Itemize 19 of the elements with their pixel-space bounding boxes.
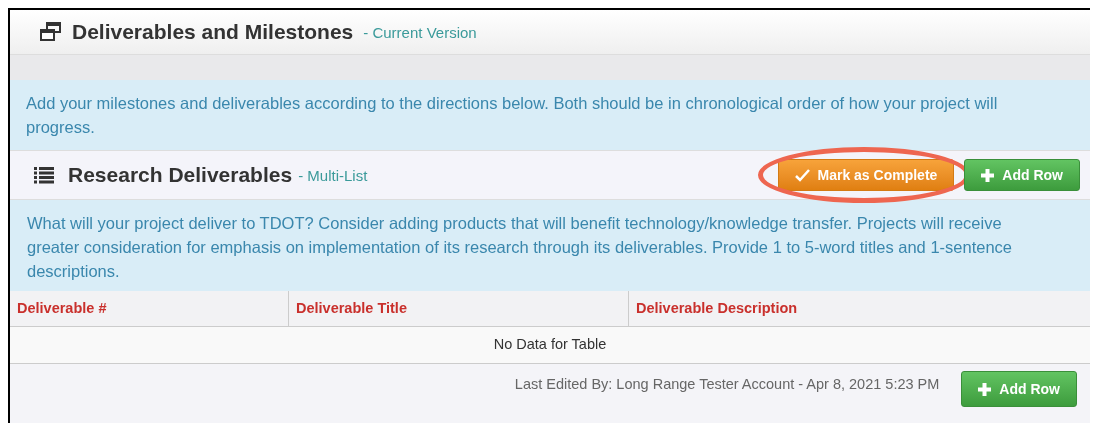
- mark-complete-button[interactable]: Mark as Complete: [777, 159, 955, 191]
- column-header: Deliverable Description: [628, 291, 1090, 326]
- add-row-button[interactable]: Add Row: [964, 159, 1080, 191]
- instructions-text: What will your project deliver to TDOT? Consider adding products that will benefit technology/knowledge transfer. Projects will receive greater consideration for emphasis on implementation of its research through its deliverables. Provide 1 to 5-word titles and 1-sentence descriptions.: [27, 213, 1014, 282]
- last-edited-text: Last Edited By: Long Range Tester Account - Apr 8, 2021 5:23 PM: [514, 375, 940, 394]
- column-header: Deliverable #: [16, 298, 108, 318]
- empty-table-message: No Data for Table: [493, 335, 607, 355]
- intro-text: Add your milestones and deliverables according to the directions below. Both should be in chronological order of how your project will progress.: [26, 93, 999, 138]
- add-row-button[interactable]: Add Row: [961, 371, 1077, 407]
- windows-icon: [40, 22, 62, 42]
- column-header: Deliverable Title: [288, 291, 628, 326]
- checkmark-icon: [794, 168, 810, 182]
- section-title: Research Deliverables: [68, 162, 293, 189]
- plus-icon: [981, 168, 995, 182]
- list-icon: [34, 166, 54, 184]
- panel-title: Deliverables and Milestones: [72, 19, 354, 46]
- section-subtitle: - Multi-List: [298, 166, 368, 187]
- panel-subtitle: - Current Version: [363, 23, 477, 44]
- plus-icon: [978, 382, 992, 396]
